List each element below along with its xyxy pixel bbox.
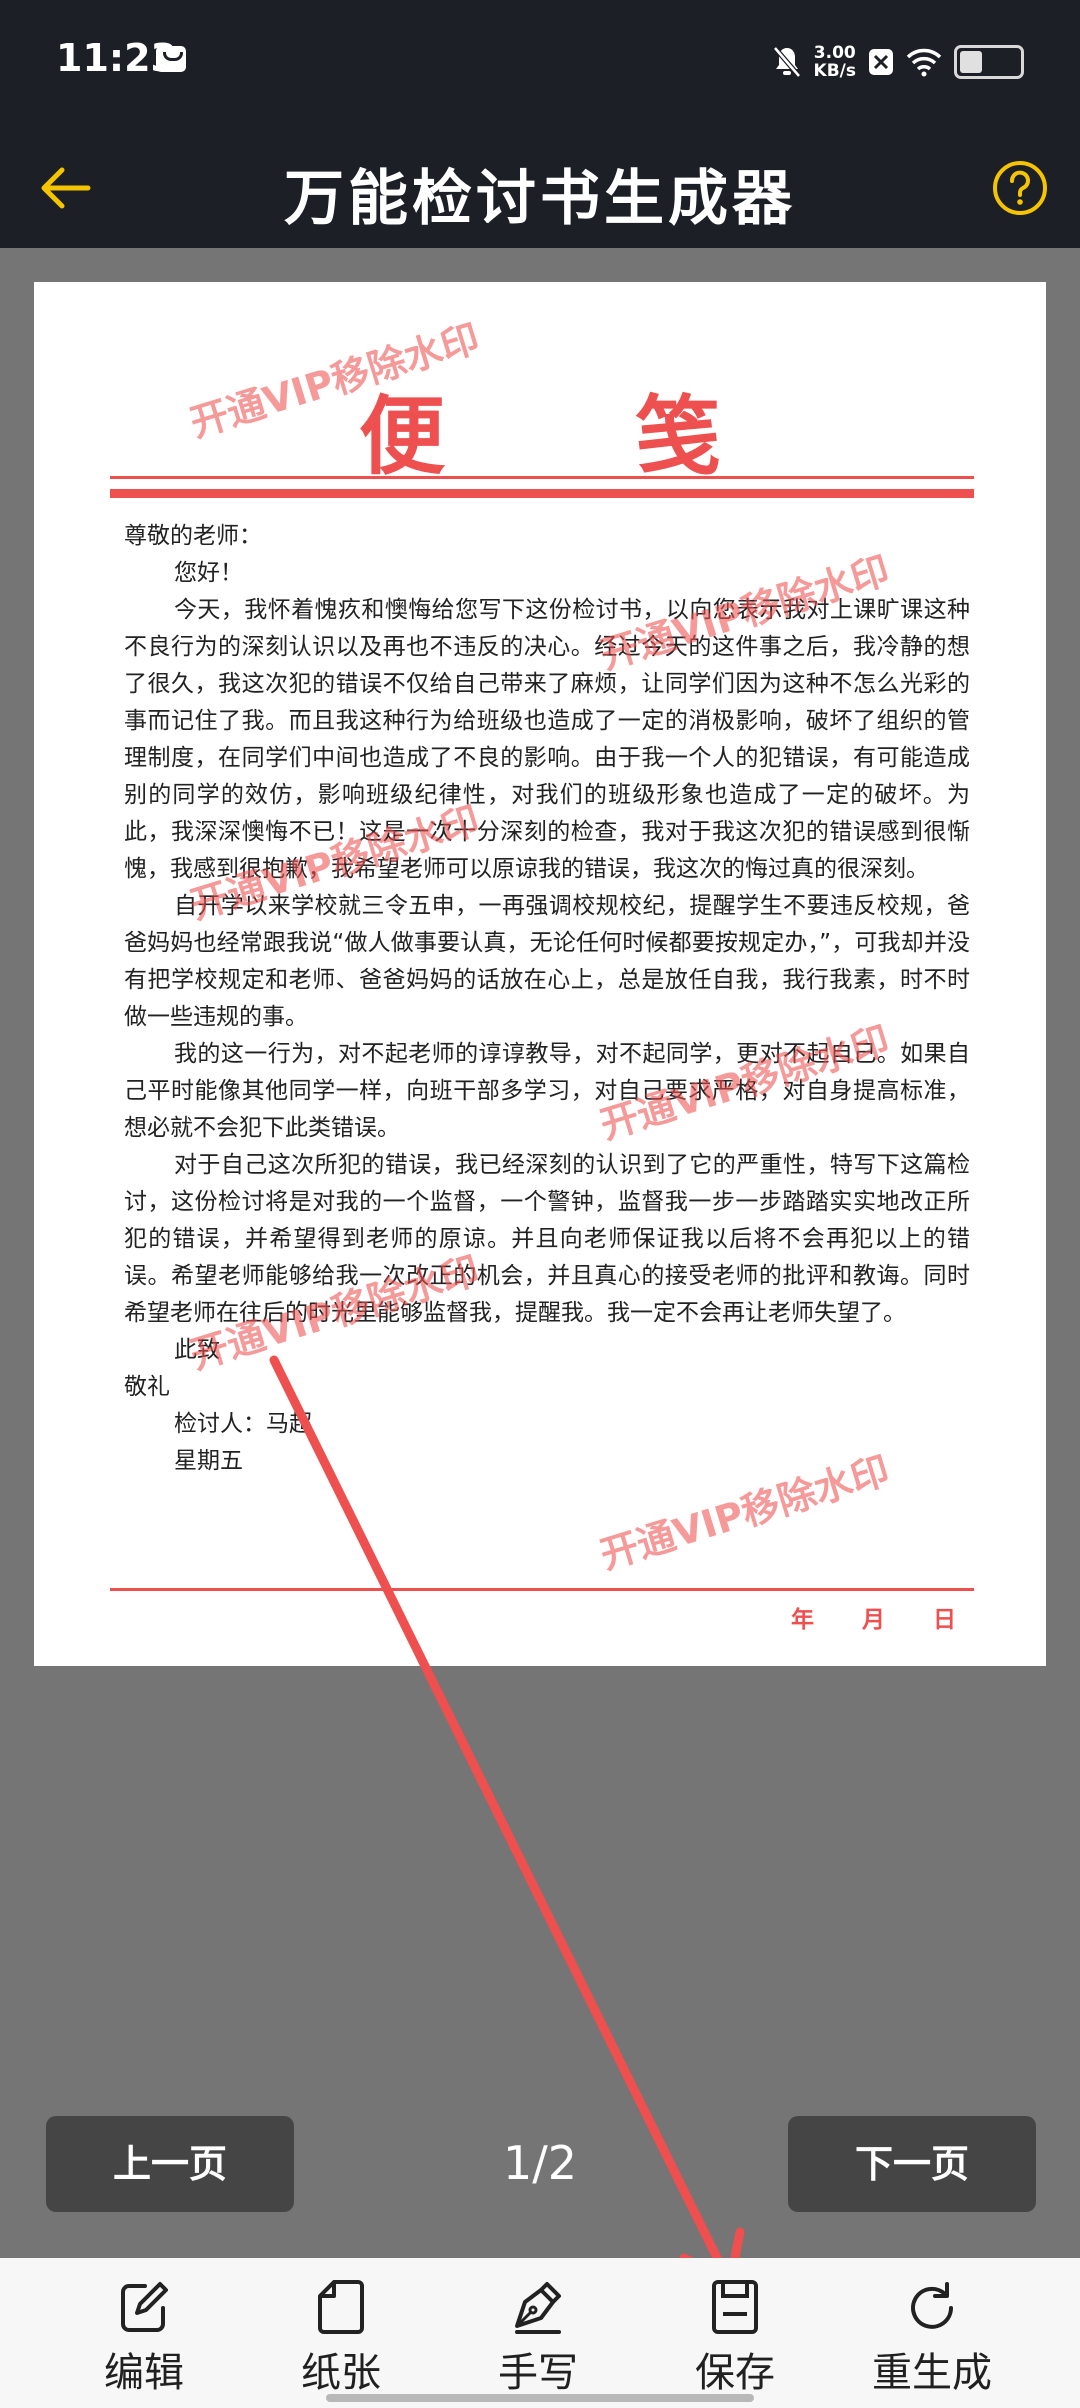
date-labels: 年 月 日 bbox=[751, 1600, 956, 1634]
pen-nib-icon bbox=[515, 2282, 561, 2334]
page-indicator: 1/2 bbox=[502, 2136, 578, 2190]
network-speed: 3.00 KB/s bbox=[814, 44, 856, 80]
message-icon bbox=[156, 46, 186, 72]
wifi-icon bbox=[906, 48, 942, 77]
paragraph-1: 今天，我怀着愧疚和懊悔给您写下这份检讨书，以向您表示我对上课旷课这种不良行为的深… bbox=[124, 597, 970, 882]
closing-line-2: 敬礼 bbox=[124, 1374, 170, 1400]
heading-rule-thick bbox=[110, 489, 974, 498]
help-icon[interactable] bbox=[988, 156, 1052, 220]
handwriting-label: 手写 bbox=[498, 2350, 578, 2396]
paper-label: 纸张 bbox=[301, 2350, 381, 2396]
letter-preview: 便笺 尊敬的老师： 您好！ 今天，我怀着愧疚和懊悔给您写下这份检讨书，以向您表示… bbox=[34, 282, 1046, 1666]
bottom-toolbar: 编辑 纸张 手写 保存 重生成 bbox=[0, 2258, 1080, 2408]
edit-label: 编辑 bbox=[104, 2350, 184, 2396]
gesture-bar[interactable] bbox=[326, 2394, 754, 2402]
battery-icon bbox=[954, 45, 1024, 79]
mute-icon bbox=[772, 46, 801, 78]
save-button[interactable]: 保存 bbox=[635, 2258, 835, 2408]
page-title: 万能检讨书生成器 bbox=[284, 164, 796, 234]
status-bar: 11:23 3.00 KB/s bbox=[0, 0, 1080, 128]
signer: 检讨人：马超 bbox=[174, 1411, 312, 1437]
refresh-icon bbox=[911, 2282, 953, 2329]
prev-page-button[interactable]: 上一页 bbox=[46, 2116, 294, 2212]
date-month-label: 月 bbox=[861, 1607, 885, 1633]
paper-heading: 便笺 bbox=[359, 387, 911, 487]
paragraph-4: 对于自己这次所犯的错误，我已经深刻的认识到了它的严重性，特写下这篇检讨，这份检讨… bbox=[124, 1152, 970, 1326]
regenerate-label: 重生成 bbox=[872, 2350, 992, 2396]
date-day-label: 日 bbox=[933, 1607, 956, 1633]
app-header: 万能检讨书生成器 bbox=[0, 128, 1080, 248]
speed-unit: KB/s bbox=[813, 61, 856, 81]
edit-icon bbox=[121, 2282, 168, 2332]
paper-button[interactable]: 纸张 bbox=[241, 2258, 441, 2408]
heading-rule-thin bbox=[110, 476, 974, 479]
footer-rule bbox=[110, 1588, 974, 1591]
handwriting-button[interactable]: 手写 bbox=[438, 2258, 638, 2408]
status-icons: 3.00 KB/s bbox=[772, 40, 1024, 84]
speed-value: 3.00 bbox=[813, 43, 856, 63]
date-year-label: 年 bbox=[790, 1607, 814, 1633]
save-label: 保存 bbox=[695, 2350, 775, 2396]
save-icon bbox=[712, 2280, 758, 2334]
paper-icon bbox=[318, 2280, 364, 2334]
regenerate-button[interactable]: 重生成 bbox=[832, 2258, 1032, 2408]
x-app-icon bbox=[869, 49, 893, 75]
next-page-button[interactable]: 下一页 bbox=[788, 2116, 1036, 2212]
edit-button[interactable]: 编辑 bbox=[44, 2258, 244, 2408]
